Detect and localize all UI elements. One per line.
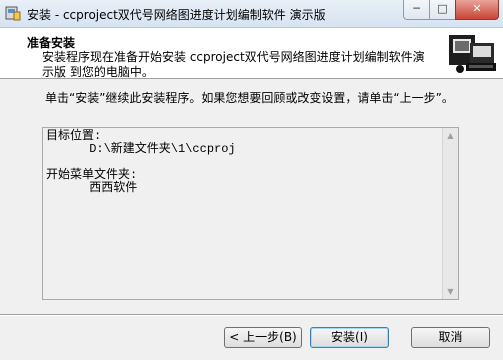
back-button[interactable]: < 上一步(B) (224, 327, 302, 348)
maximize-button[interactable]: □ (429, 0, 456, 20)
close-button[interactable]: ✕ (455, 0, 499, 20)
minimize-button[interactable]: ─ (403, 0, 430, 20)
install-button[interactable]: 安装(I) (310, 327, 389, 348)
settings-summary-memo[interactable]: 目标位置: D:\新建文件夹\1\ccproj 开始菜单文件夹: 西西软件 ▲ … (42, 127, 459, 300)
minimize-icon: ─ (413, 2, 420, 15)
settings-summary-text: 目标位置: D:\新建文件夹\1\ccproj 开始菜单文件夹: 西西软件 (46, 129, 236, 195)
page-title: 准备安装 (27, 36, 76, 50)
window-title: 安装 - ccproject双代号网络图进度计划编制软件 演示版 (27, 8, 326, 22)
footer-divider (0, 314, 503, 316)
page-description: 安装程序现在准备开始安装 ccproject双代号网络图进度计划编制软件演示版 … (42, 50, 425, 79)
close-icon: ✕ (472, 2, 482, 15)
scroll-down-arrow-icon[interactable]: ▼ (443, 284, 458, 299)
computer-install-icon (446, 31, 498, 75)
cancel-button[interactable]: 取消 (411, 327, 490, 348)
wizard-header: 准备安装 安装程序现在准备开始安装 ccproject双代号网络图进度计划编制软… (0, 28, 503, 79)
instruction-text: 单击“安装”继续此安装程序。如果您想要回顾或改变设置，请单击“上一步”。 (45, 91, 454, 105)
scroll-up-arrow-icon[interactable]: ▲ (443, 128, 458, 143)
installer-app-icon (5, 6, 21, 21)
title-bar[interactable]: 安装 - ccproject双代号网络图进度计划编制软件 演示版 ─ □ ✕ (0, 0, 503, 28)
maximize-icon: □ (437, 2, 448, 15)
memo-scrollbar[interactable]: ▲ ▼ (442, 128, 458, 299)
